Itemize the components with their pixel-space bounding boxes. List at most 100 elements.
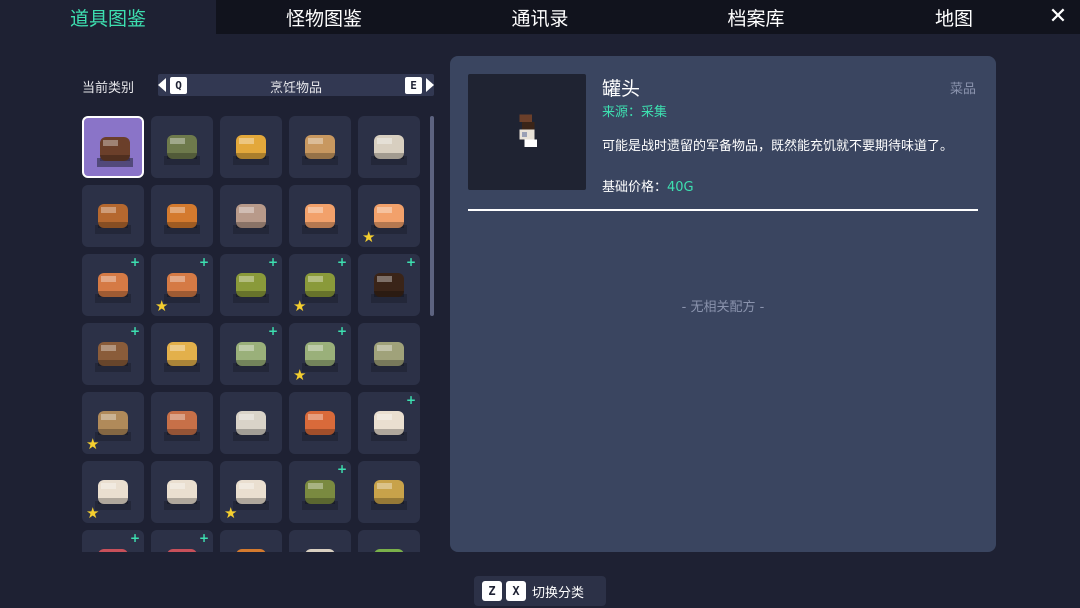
item-slot-dumpling-plate-star[interactable]: ★: [82, 392, 144, 454]
arrow-right-icon[interactable]: [426, 78, 434, 92]
star-icon: ★: [86, 504, 100, 522]
item-description: 可能是战时遗留的军备物品，既然能充饥就不要期待味道了。: [602, 139, 954, 154]
item-slot-steamed-bun[interactable]: +: [358, 392, 420, 454]
star-icon: ★: [362, 228, 376, 246]
plus-icon: +: [336, 255, 347, 269]
key-x[interactable]: X: [506, 581, 526, 601]
plus-icon: +: [405, 393, 416, 407]
tab-archive[interactable]: 档案库: [648, 0, 864, 34]
category-label: 当前类别: [82, 81, 135, 96]
canned-food-icon: [97, 137, 133, 167]
plus-icon: +: [267, 324, 278, 338]
plus-icon: +: [198, 531, 209, 545]
item-slot-bread-plate[interactable]: [220, 530, 282, 552]
switch-category-label: 切换分类: [532, 585, 585, 601]
salad-plate-icon: [371, 342, 407, 372]
item-slot-meat-plate[interactable]: +: [82, 530, 144, 552]
close-icon[interactable]: ✕: [1044, 3, 1072, 31]
cup-plate-icon: [305, 549, 335, 552]
item-slot-dark-meat[interactable]: +: [358, 254, 420, 316]
tab-item-encyclopedia[interactable]: 道具图鉴: [0, 0, 216, 34]
switch-category-hint[interactable]: Z X 切换分类: [474, 576, 606, 606]
price-label: 基础价格：: [602, 180, 668, 195]
star-icon: ★: [86, 435, 100, 453]
plus-icon: +: [336, 462, 347, 476]
item-slot-cup-plate[interactable]: [289, 530, 351, 552]
item-grid-container: ★ + ★ + + ★ + + + + ★ + ★ + ★ ★ + + +: [82, 116, 426, 552]
star-icon: ★: [293, 366, 307, 384]
item-slot-veg-plate[interactable]: [358, 530, 420, 552]
star-icon: ★: [224, 504, 238, 522]
item-grid: ★ + ★ + + ★ + + + + ★ + ★ + ★ ★ + + +: [82, 116, 426, 552]
price-value: 40G: [667, 180, 694, 195]
bread-loaf-icon: [164, 135, 200, 165]
plus-icon: +: [129, 255, 140, 269]
top-tab-bar: 道具图鉴 怪物图鉴 通讯录 档案库 地图 ✕: [0, 0, 1080, 34]
item-slot-burger[interactable]: [82, 185, 144, 247]
key-z[interactable]: Z: [482, 581, 502, 601]
no-recipe-text: - 无相关配方 -: [681, 300, 765, 315]
item-slot-cake-slice[interactable]: [220, 116, 282, 178]
item-slot-steamed-bun-star[interactable]: ★: [82, 461, 144, 523]
cocoa-cup-icon: [233, 204, 269, 234]
swiss-roll-icon: [302, 204, 338, 234]
cheesecake-icon: [371, 135, 407, 165]
divider: [468, 209, 978, 211]
item-slot-canned-food[interactable]: [82, 116, 144, 178]
tab-monster-encyclopedia[interactable]: 怪物图鉴: [216, 0, 432, 34]
stew-bowl-icon: [371, 480, 407, 510]
cake-slice-icon: [233, 135, 269, 165]
pasta-icon: [302, 411, 338, 441]
item-source: 来源：采集: [602, 105, 668, 120]
item-slot-grilled-fish[interactable]: +: [82, 254, 144, 316]
item-slot-pasta[interactable]: [289, 392, 351, 454]
plus-icon: +: [198, 255, 209, 269]
steamed-bun-2-icon: [164, 480, 200, 510]
item-slot-soup-pot[interactable]: +: [220, 323, 282, 385]
item-slot-salad-plate[interactable]: [358, 323, 420, 385]
fries-icon: [164, 342, 200, 372]
item-type: 菜品: [949, 82, 976, 97]
item-slot-meat-plate-2[interactable]: +: [151, 530, 213, 552]
item-slot-sushi-board[interactable]: +: [289, 461, 351, 523]
item-slot-fries[interactable]: [151, 323, 213, 385]
item-slot-skewer-star[interactable]: ★ +: [289, 254, 351, 316]
item-slot-cocoa-cup[interactable]: [220, 185, 282, 247]
item-detail-panel: 罐头 菜品 来源：采集 可能是战时遗留的军备物品，既然能充饥就不要期待味道了。 …: [450, 56, 996, 552]
star-icon: ★: [293, 297, 307, 315]
item-slot-curry-rice[interactable]: [220, 392, 282, 454]
star-icon: ★: [155, 297, 169, 315]
item-slot-steamed-bun-2[interactable]: [151, 461, 213, 523]
taco-icon: [164, 411, 200, 441]
plus-icon: +: [129, 324, 140, 338]
item-slot-bread-loaf[interactable]: [151, 116, 213, 178]
item-slot-grilled-skewer-plate[interactable]: +: [82, 323, 144, 385]
curry-rice-icon: [233, 411, 269, 441]
plus-icon: +: [336, 324, 347, 338]
item-slot-swiss-roll-star[interactable]: ★: [358, 185, 420, 247]
item-slot-swiss-roll[interactable]: [289, 185, 351, 247]
item-slot-baguette[interactable]: [289, 116, 351, 178]
grid-scrollbar[interactable]: [430, 116, 434, 316]
item-slot-taco[interactable]: [151, 392, 213, 454]
item-slot-steamed-bun-3-star[interactable]: ★: [220, 461, 282, 523]
item-slot-cheesecake[interactable]: [358, 116, 420, 178]
item-name: 罐头: [602, 78, 641, 100]
plus-icon: +: [129, 531, 140, 545]
item-slot-pie-slice[interactable]: [151, 185, 213, 247]
tab-contacts[interactable]: 通讯录: [432, 0, 648, 34]
plus-icon: +: [405, 255, 416, 269]
tab-map[interactable]: 地图: [864, 0, 1044, 34]
next-category-key[interactable]: E: [405, 77, 422, 94]
item-slot-soup-pot-star[interactable]: ★ +: [289, 323, 351, 385]
item-thumbnail: [468, 74, 586, 190]
item-slot-skewer[interactable]: +: [220, 254, 282, 316]
item-slot-grilled-fish-star[interactable]: ★ +: [151, 254, 213, 316]
bread-plate-icon: [236, 549, 266, 552]
item-price: 基础价格：40G: [602, 176, 694, 195]
canned-food-icon: [519, 114, 537, 147]
baguette-icon: [302, 135, 338, 165]
plus-icon: +: [267, 255, 278, 269]
current-category: 烹饪物品: [269, 81, 322, 96]
item-slot-stew-bowl[interactable]: [358, 461, 420, 523]
